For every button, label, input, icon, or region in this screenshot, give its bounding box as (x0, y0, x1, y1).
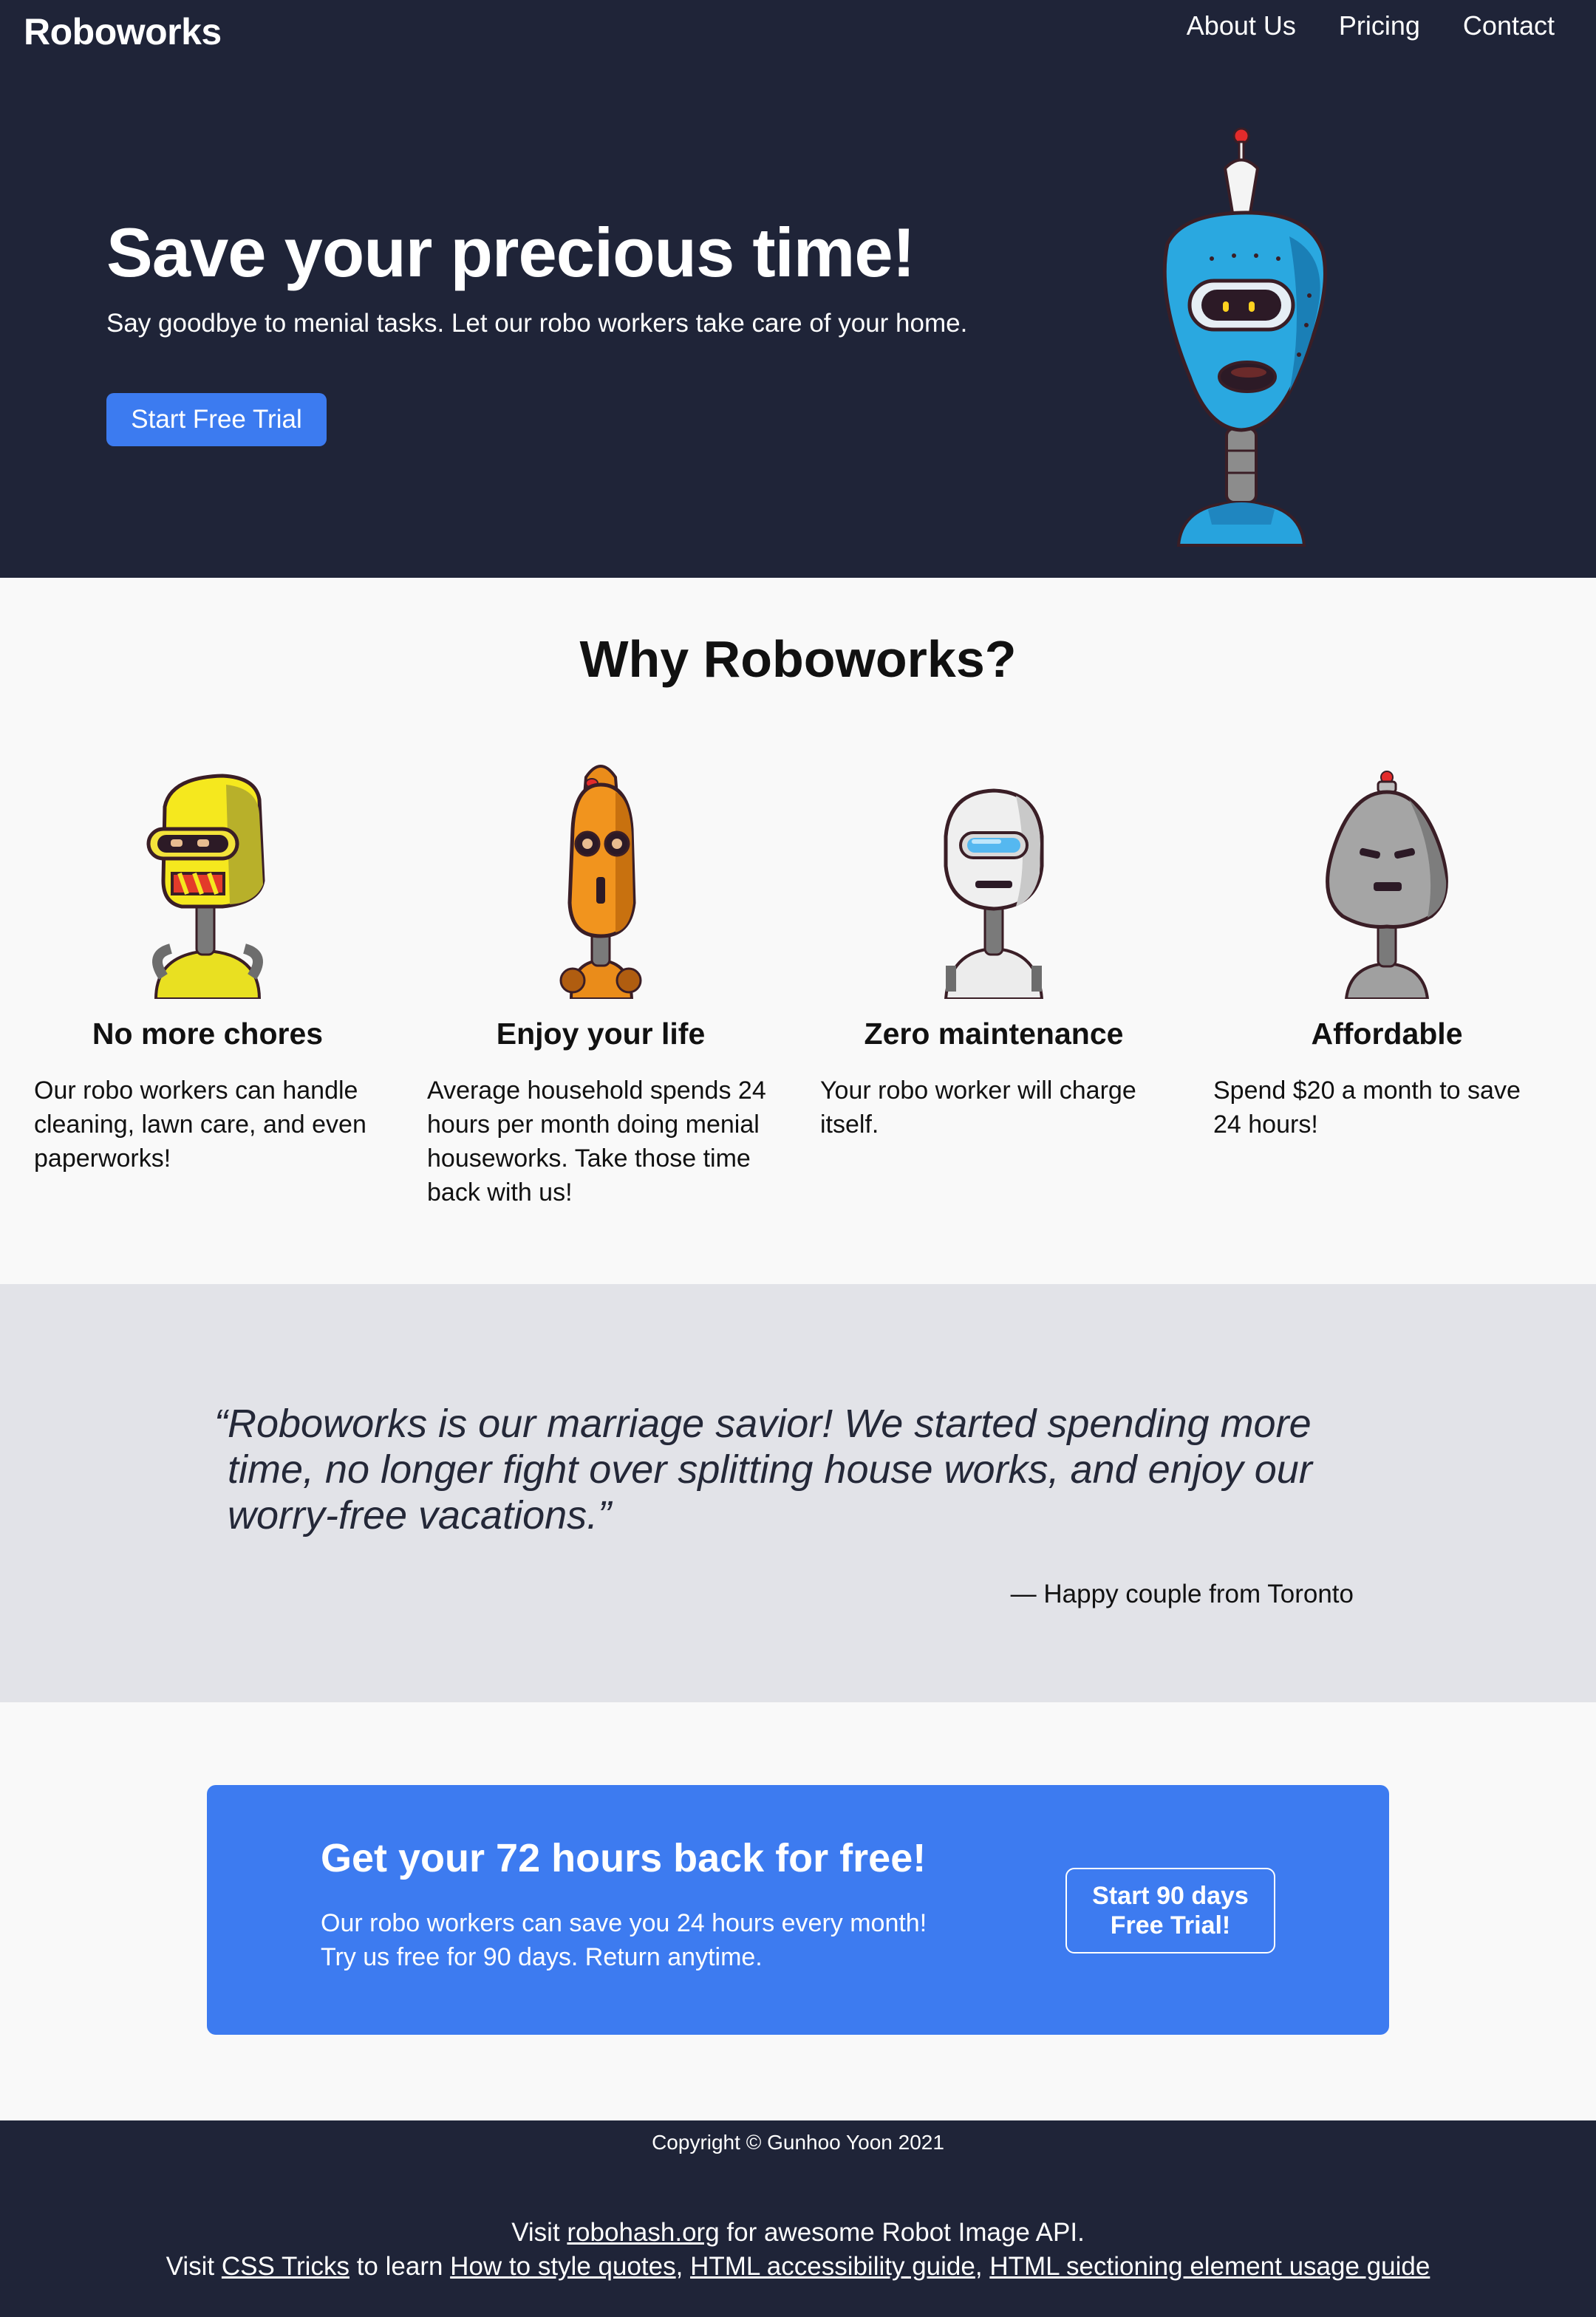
nav-contact[interactable]: Contact (1463, 10, 1555, 41)
cta-text-line2: Try us free for 90 days. Return anytime. (321, 1943, 763, 1971)
cta-section: Get your 72 hours back for free! Our rob… (0, 1702, 1596, 2120)
accessibility-guide-link[interactable]: HTML accessibility guide (690, 2252, 975, 2281)
robohash-link[interactable]: robohash.org (567, 2218, 719, 2247)
cta-text-line1: Our robo workers can save you 24 hours e… (321, 1909, 927, 1937)
features-title: Why Roboworks? (579, 630, 1017, 688)
css-tricks-link[interactable]: CSS Tricks (222, 2252, 349, 2281)
testimonial-quote: “Roboworks is our marriage savior! We st… (214, 1402, 1312, 1538)
main-nav: About Us Pricing Contact (1187, 10, 1555, 41)
cta-text: Our robo workers can save you 24 hours e… (321, 1906, 927, 1974)
testimonial-author: — Happy couple from Toronto (1010, 1580, 1354, 1608)
nav-pricing[interactable]: Pricing (1339, 10, 1420, 41)
start-90-days-trial-button[interactable]: Start 90 days Free Trial! (1065, 1868, 1275, 1953)
feature-text: Your robo worker will charge itself. (820, 1076, 1136, 1139)
feature-title: Zero maintenance (864, 1017, 1124, 1051)
nav-about-us[interactable]: About Us (1187, 10, 1296, 41)
style-quotes-link[interactable]: How to style quotes (450, 2252, 675, 2281)
cta-card: Get your 72 hours back for free! Our rob… (207, 1785, 1389, 2035)
footer-text: for awesome Robot Image API. (719, 2218, 1085, 2247)
cta-title: Get your 72 hours back for free! (321, 1836, 927, 1880)
footer-text: Visit (511, 2218, 567, 2247)
why-roboworks-section: Why Roboworks? No more chores Our robo w… (0, 578, 1596, 1284)
yellow-robot-illustration (146, 774, 265, 999)
separator: , (975, 2252, 990, 2281)
feature-title: No more chores (92, 1017, 324, 1051)
hero-title: Save your precious time! (106, 214, 915, 291)
footer-line-1: Visit robohash.org for awesome Robot Ima… (0, 2218, 1596, 2248)
feature-text: Spend $20 a month to save 24 hours! (1213, 1076, 1521, 1139)
gray-robot-illustration (1326, 771, 1448, 999)
start-free-trial-button[interactable]: Start Free Trial (106, 393, 327, 446)
testimonial-section: “Roboworks is our marriage savior! We st… (0, 1284, 1596, 1702)
separator: , (675, 2252, 691, 2281)
sectioning-guide-link[interactable]: HTML sectioning element usage guide (989, 2252, 1430, 2281)
footer-text: Visit (166, 2252, 222, 2281)
white-robot-illustration (944, 788, 1044, 999)
feature-enjoy-your-life: Enjoy your life Average household spends… (427, 755, 774, 1209)
cta-button-line2: Free Trial! (1110, 1911, 1231, 1939)
footer-line-2: Visit CSS Tricks to learn How to style q… (0, 2252, 1596, 2282)
feature-affordable: Affordable Spend $20 a month to save 24 … (1213, 755, 1561, 1142)
feature-no-more-chores: No more chores Our robo workers can hand… (34, 755, 381, 1175)
feature-title: Enjoy your life (496, 1017, 706, 1051)
hero-subtitle: Say goodbye to menial tasks. Let our rob… (106, 309, 968, 338)
feature-zero-maintenance: Zero maintenance Your robo worker will c… (820, 755, 1167, 1142)
feature-title: Affordable (1311, 1017, 1463, 1051)
feature-text: Average household spends 24 hours per mo… (427, 1076, 766, 1207)
hero-header: Roboworks About Us Pricing Contact Save … (0, 0, 1596, 578)
blue-robot-illustration (1162, 127, 1327, 547)
copyright-text: Copyright © Gunhoo Yoon 2021 (652, 2131, 944, 2154)
brand-logo[interactable]: Roboworks (24, 10, 222, 53)
feature-text: Our robo workers can handle cleaning, la… (34, 1076, 366, 1173)
footer-text: to learn (349, 2252, 451, 2281)
cta-button-line1: Start 90 days (1092, 1882, 1249, 1910)
orange-robot-illustration (559, 765, 642, 999)
page-footer: Copyright © Gunhoo Yoon 2021 Visit roboh… (0, 2120, 1596, 2317)
